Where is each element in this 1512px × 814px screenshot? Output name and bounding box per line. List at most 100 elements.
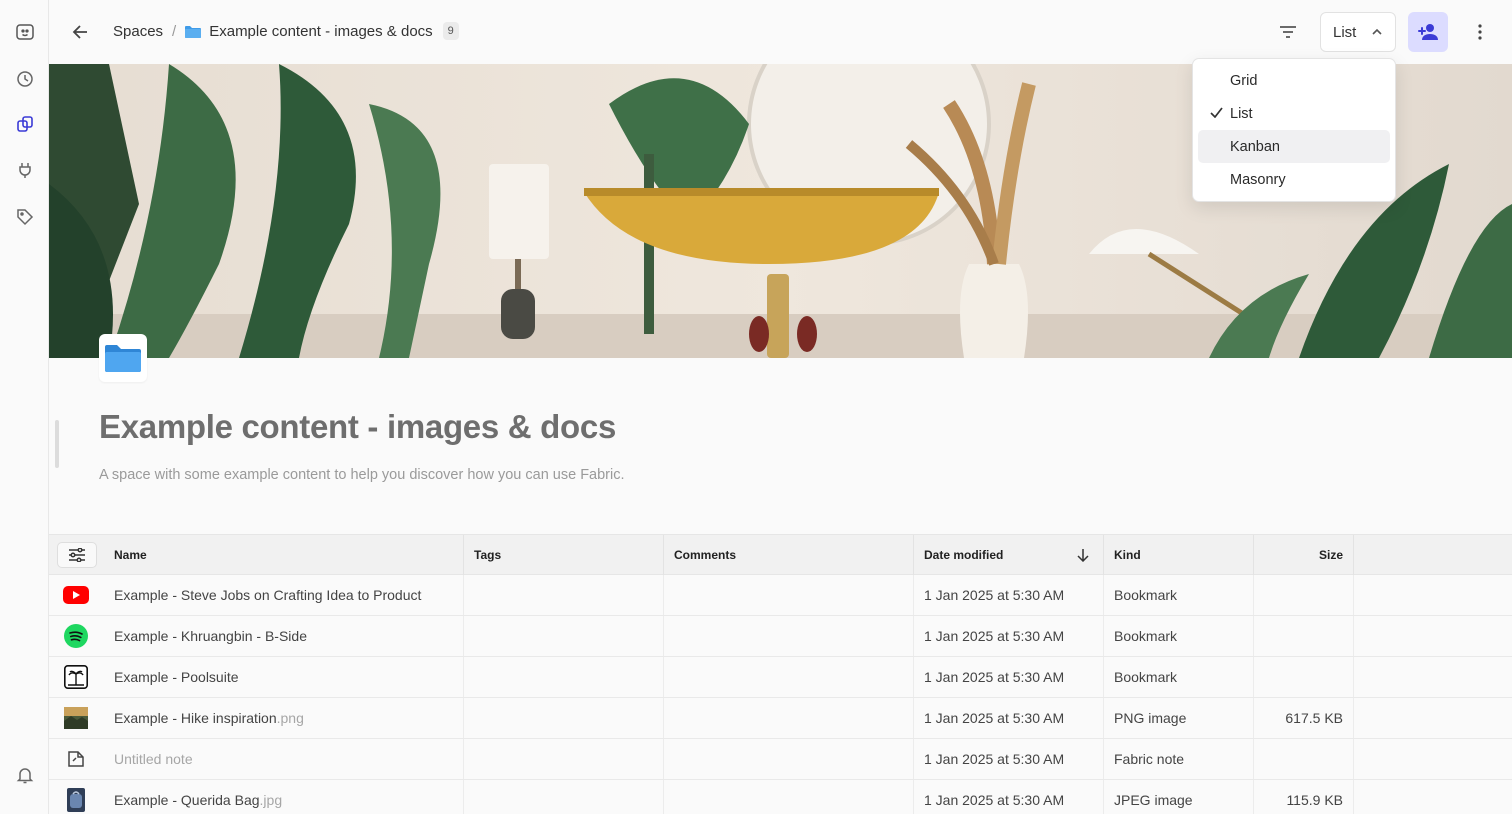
filter-icon[interactable]: [1271, 16, 1305, 48]
row-date: 1 Jan 2025 at 5:30 AM: [914, 575, 1104, 615]
row-tags: [464, 657, 664, 697]
row-tags: [464, 698, 664, 738]
row-name: Example - Poolsuite: [104, 657, 464, 697]
menu-item-masonry[interactable]: Masonry: [1198, 163, 1390, 196]
items-table: Name Tags Comments Date modified Kind Si…: [49, 534, 1512, 814]
tags-icon[interactable]: [12, 204, 38, 230]
row-comments: [664, 575, 914, 615]
more-options-icon[interactable]: [1468, 16, 1492, 48]
table-row[interactable]: Untitled note 1 Jan 2025 at 5:30 AM Fabr…: [49, 739, 1512, 780]
share-add-person-button[interactable]: [1408, 12, 1448, 52]
history-icon[interactable]: [12, 66, 38, 92]
table-row[interactable]: Example - Querida Bag .jpg 1 Jan 2025 at …: [49, 780, 1512, 814]
row-size: [1254, 739, 1354, 779]
resize-handle[interactable]: [55, 420, 59, 468]
integrations-plug-icon[interactable]: [12, 157, 38, 183]
column-settings-button[interactable]: [57, 542, 97, 568]
menu-item-label: Masonry: [1230, 171, 1286, 188]
row-comments: [664, 739, 914, 779]
view-mode-label: List: [1333, 23, 1357, 41]
column-header-tags[interactable]: Tags: [464, 535, 664, 575]
image-thumbnail: [63, 788, 89, 812]
checkmark-icon: [1210, 107, 1223, 118]
menu-item-label: Grid: [1230, 72, 1258, 89]
table-header: Name Tags Comments Date modified Kind Si…: [49, 534, 1512, 575]
breadcrumb-current-space[interactable]: Example content - images & docs: [209, 23, 432, 40]
row-kind: PNG image: [1104, 698, 1254, 738]
table-row[interactable]: Example - Khruangbin - B-Side 1 Jan 2025…: [49, 616, 1512, 657]
table-row[interactable]: Example - Hike inspiration .png 1 Jan 202…: [49, 698, 1512, 739]
row-name-text: Example - Querida Bag: [114, 792, 260, 808]
view-mode-menu: Grid List Kanban Masonry: [1192, 58, 1396, 202]
row-size: 115.9 KB: [1254, 780, 1354, 814]
column-header-size[interactable]: Size: [1254, 535, 1354, 575]
space-description[interactable]: A space with some example content to hel…: [99, 467, 625, 483]
row-date: 1 Jan 2025 at 5:30 AM: [914, 657, 1104, 697]
breadcrumb-separator: /: [172, 22, 177, 40]
menu-item-label: Kanban: [1230, 138, 1280, 155]
row-date: 1 Jan 2025 at 5:30 AM: [914, 698, 1104, 738]
row-tags: [464, 616, 664, 656]
row-tags: [464, 739, 664, 779]
notifications-bell-icon[interactable]: [12, 762, 38, 788]
menu-item-kanban[interactable]: Kanban: [1198, 130, 1390, 163]
row-kind: Bookmark: [1104, 657, 1254, 697]
row-comments: [664, 616, 914, 656]
column-header-name[interactable]: Name: [104, 535, 464, 575]
note-icon: [63, 747, 89, 771]
breadcrumb: Spaces / Example content - images & docs…: [113, 22, 459, 40]
menu-item-label: List: [1230, 105, 1253, 122]
row-size: [1254, 575, 1354, 615]
row-comments: [664, 780, 914, 814]
sort-down-arrow-icon[interactable]: [1077, 548, 1089, 562]
row-size: 617.5 KB: [1254, 698, 1354, 738]
column-header-kind[interactable]: Kind: [1104, 535, 1254, 575]
row-file-extension: .png: [276, 710, 304, 726]
row-size: [1254, 616, 1354, 656]
menu-item-grid[interactable]: Grid: [1198, 64, 1390, 97]
space-icon[interactable]: [99, 334, 147, 382]
row-comments: [664, 698, 914, 738]
column-header-date-label: Date modified: [924, 548, 1004, 562]
row-kind: JPEG image: [1104, 780, 1254, 814]
poolsuite-icon: [63, 665, 89, 689]
row-date: 1 Jan 2025 at 5:30 AM: [914, 739, 1104, 779]
sliders-icon: [69, 548, 85, 562]
row-kind: Bookmark: [1104, 616, 1254, 656]
page-title[interactable]: Example content - images & docs: [99, 408, 616, 446]
folder-icon: [185, 25, 202, 38]
row-date: 1 Jan 2025 at 5:30 AM: [914, 616, 1104, 656]
youtube-icon: [63, 583, 89, 607]
row-date: 1 Jan 2025 at 5:30 AM: [914, 780, 1104, 814]
row-name: Example - Steve Jobs on Crafting Idea to…: [104, 575, 464, 615]
row-kind: Bookmark: [1104, 575, 1254, 615]
top-bar: Spaces / Example content - images & docs…: [49, 0, 1512, 64]
folder-icon: [105, 345, 141, 372]
row-name: Example - Querida Bag .jpg: [104, 780, 464, 814]
row-kind: Fabric note: [1104, 739, 1254, 779]
view-mode-select[interactable]: List: [1320, 12, 1396, 52]
home-icon[interactable]: [12, 19, 38, 45]
menu-item-list[interactable]: List: [1198, 97, 1390, 130]
row-file-extension: .jpg: [259, 792, 283, 808]
spotify-icon: [63, 624, 89, 648]
row-size: [1254, 657, 1354, 697]
column-header-date-modified[interactable]: Date modified: [914, 535, 1104, 575]
row-tags: [464, 780, 664, 814]
row-name-text: Example - Hike inspiration: [114, 710, 277, 726]
spaces-icon[interactable]: [12, 111, 38, 137]
row-comments: [664, 657, 914, 697]
row-tags: [464, 575, 664, 615]
row-name: Untitled note: [104, 739, 464, 779]
breadcrumb-spaces-link[interactable]: Spaces: [113, 23, 163, 40]
chevron-up-icon: [1372, 28, 1382, 35]
item-count-badge: 9: [442, 22, 459, 40]
add-person-icon: [1418, 24, 1438, 40]
table-row[interactable]: Example - Poolsuite 1 Jan 2025 at 5:30 A…: [49, 657, 1512, 698]
image-thumbnail: [63, 706, 89, 730]
row-name: Example - Hike inspiration .png: [104, 698, 464, 738]
table-row[interactable]: Example - Steve Jobs on Crafting Idea to…: [49, 575, 1512, 616]
row-name: Example - Khruangbin - B-Side: [104, 616, 464, 656]
column-header-comments[interactable]: Comments: [664, 535, 914, 575]
back-arrow-icon[interactable]: [65, 16, 97, 48]
